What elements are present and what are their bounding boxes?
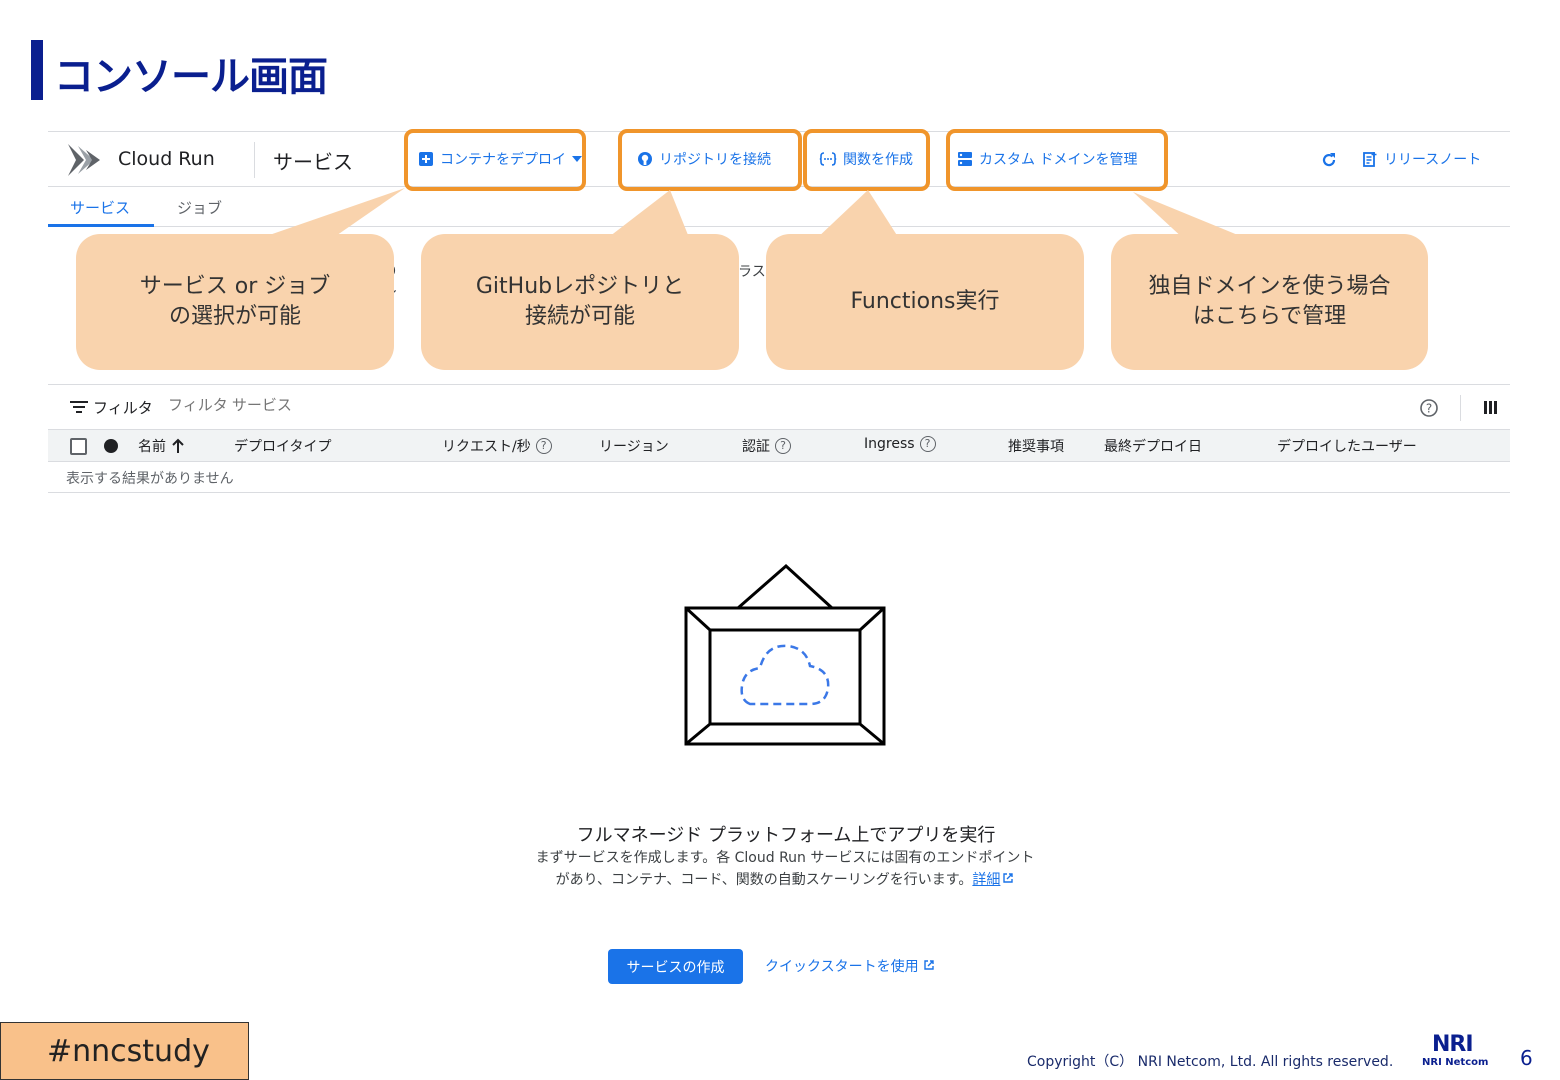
column-last-deployed[interactable]: 最終デプロイ日: [1104, 436, 1202, 456]
filter-input[interactable]: [168, 397, 568, 414]
refresh-icon[interactable]: [1320, 151, 1338, 169]
help-icon[interactable]: ?: [919, 436, 936, 452]
tab-bar: サービス ジョブ: [48, 187, 1510, 227]
help-icon[interactable]: ?: [535, 438, 552, 454]
table-header: 名前 デプロイタイプ リクエスト/秒 ? リージョン 認証 ? Ingress …: [48, 429, 1510, 462]
column-recommendations[interactable]: 推奨事項: [1008, 436, 1064, 456]
sort-ascending-icon[interactable]: [171, 438, 185, 454]
title-accent-bar: [31, 40, 43, 100]
column-auth-label: 認証: [742, 439, 770, 455]
highlight-manage-domains: [946, 129, 1168, 191]
callout-tabs: サービス or ジョブ の選択が可能: [76, 234, 394, 370]
highlight-create-function: [803, 129, 930, 191]
column-display-icon[interactable]: [1484, 401, 1498, 414]
divider: [1460, 395, 1461, 421]
help-icon[interactable]: ?: [775, 438, 791, 454]
nri-logo-mark: NRI: [1432, 1032, 1474, 1057]
column-deploy-type[interactable]: デプロイタイプ: [234, 436, 331, 456]
learn-more-link[interactable]: 詳細: [972, 872, 1000, 888]
page-number: 6: [1520, 1046, 1533, 1070]
select-all-checkbox[interactable]: [70, 438, 87, 455]
svg-text:?: ?: [1426, 402, 1432, 416]
create-service-button[interactable]: サービスの作成: [608, 949, 743, 984]
table-empty-row: 表示する結果がありません: [48, 462, 1510, 493]
slide-title: コンソール画面: [54, 54, 328, 100]
column-requests[interactable]: リクエスト/秒 ?: [442, 436, 552, 456]
tab-active-indicator: [48, 224, 154, 227]
filter-label: フィルタ: [93, 399, 153, 417]
column-deployed-by[interactable]: デプロイしたユーザー: [1277, 436, 1417, 456]
copyright-text: Copyright（C） NRI Netcom, Ltd. All rights…: [1027, 1054, 1394, 1070]
quickstart-label: クイックスタートを使用: [765, 959, 919, 975]
column-auth[interactable]: 認証 ?: [742, 436, 791, 456]
nri-logo-text: NRI Netcom: [1422, 1057, 1489, 1068]
status-column-icon: [104, 439, 118, 453]
callout-functions: Functions実行: [766, 234, 1084, 370]
filter-icon[interactable]: [70, 400, 88, 414]
empty-state-title: フルマネージド プラットフォーム上でアプリを実行: [576, 825, 996, 846]
release-notes-icon: [1363, 152, 1377, 167]
highlight-connect-repo: [618, 129, 802, 191]
column-requests-label: リクエスト/秒: [442, 439, 531, 455]
column-region[interactable]: リージョン: [599, 436, 669, 456]
empty-state-description-text: まずサービスを作成します。各 Cloud Run サービスには固有のエンドポイン…: [535, 850, 1035, 888]
quickstart-link[interactable]: クイックスタートを使用: [765, 956, 935, 976]
release-notes-button[interactable]: リリースノート: [1362, 149, 1481, 169]
filter-bar: フィルタ ?: [48, 384, 1510, 429]
callout-domain: 独自ドメインを使う場合 はこちらで管理: [1111, 234, 1428, 370]
empty-state-description: まずサービスを作成します。各 Cloud Run サービスには固有のエンドポイン…: [530, 847, 1040, 891]
page-name: サービス: [273, 150, 353, 174]
column-ingress-label: Ingress: [864, 436, 915, 452]
help-icon[interactable]: ?: [1419, 398, 1439, 418]
cloud-run-logo-icon[interactable]: [68, 144, 102, 176]
column-ingress[interactable]: Ingress ?: [864, 436, 936, 452]
nri-netcom-logo: NRI NRI Netcom: [1422, 1032, 1489, 1072]
external-link-icon: [1003, 873, 1014, 883]
column-name[interactable]: 名前: [138, 436, 185, 456]
empty-results-text: 表示する結果がありません: [66, 471, 234, 487]
column-name-label: 名前: [138, 439, 166, 455]
app-name: Cloud Run: [118, 148, 215, 170]
partially-hidden-text: ラス: [738, 264, 766, 280]
release-notes-label: リリースノート: [1384, 152, 1482, 168]
highlight-deploy-container: [404, 129, 586, 191]
divider: [254, 142, 255, 178]
empty-state-picture-frame-illustration: [684, 563, 886, 746]
callout-repo: GitHubレポジトリと 接続が可能: [421, 234, 739, 370]
external-link-icon: [924, 960, 934, 970]
hashtag-badge: #nncstudy: [0, 1022, 249, 1080]
tab-services[interactable]: サービス: [70, 197, 130, 218]
tab-jobs[interactable]: ジョブ: [177, 197, 222, 218]
